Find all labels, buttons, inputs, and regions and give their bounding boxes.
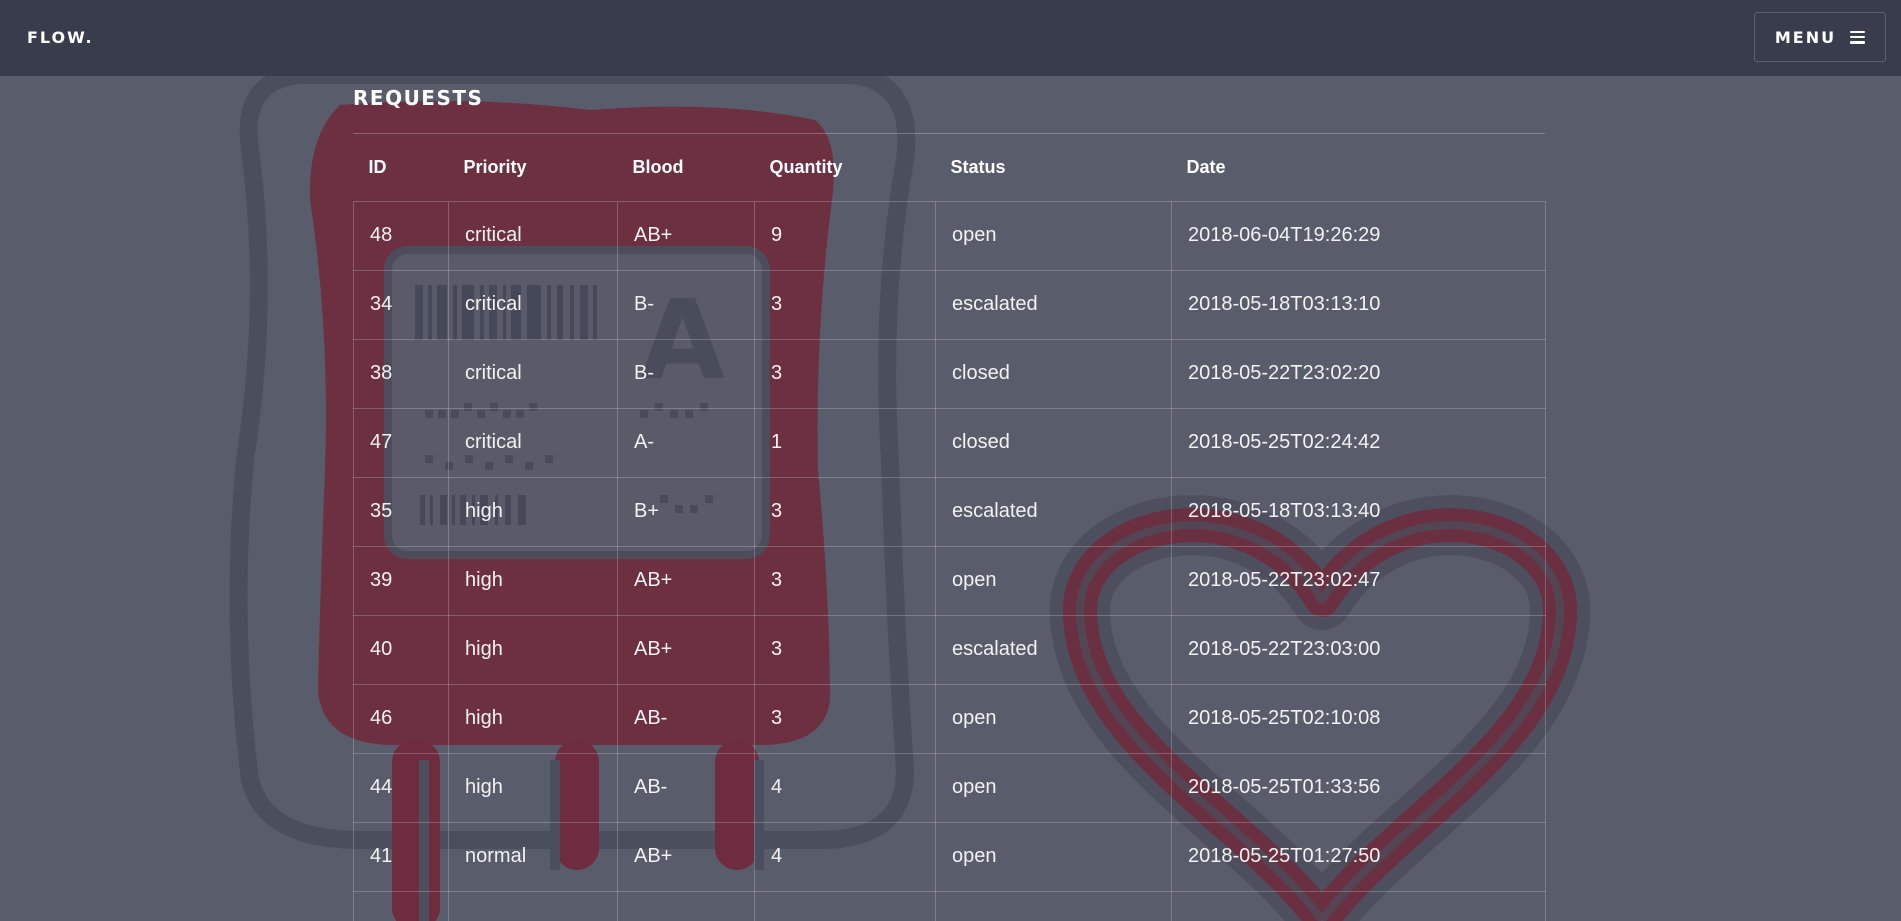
cell-id: 46 <box>353 683 449 754</box>
cell-id: 34 <box>353 269 449 340</box>
cell-id <box>353 890 449 921</box>
cell-blood: B- <box>617 269 755 340</box>
cell-date: 2018-05-18T03:13:10 <box>1171 269 1546 340</box>
cell-priority: normal <box>448 821 618 892</box>
column-header-priority[interactable]: Priority <box>448 134 618 202</box>
cell-id: 44 <box>353 752 449 823</box>
cell-id: 48 <box>353 200 449 271</box>
cell-priority: high <box>448 476 618 547</box>
cell-status: open <box>935 683 1172 754</box>
cell-priority: critical <box>448 407 618 478</box>
table-row[interactable]: 44 high AB- 4 open 2018-05-25T01:33:56 <box>353 752 1546 823</box>
column-header-blood[interactable]: Blood <box>617 134 755 202</box>
cell-id: 35 <box>353 476 449 547</box>
table-row[interactable]: 38 critical B- 3 closed 2018-05-22T23:02… <box>353 338 1546 409</box>
cell-priority: critical <box>448 269 618 340</box>
top-navbar: FLOW. MENU <box>0 0 1901 76</box>
header-row: ID Priority Blood Quantity Status Date <box>353 134 1546 202</box>
column-header-quantity[interactable]: Quantity <box>754 134 936 202</box>
cell-status: escalated <box>935 476 1172 547</box>
cell-priority: high <box>448 683 618 754</box>
table-row[interactable] <box>353 890 1546 921</box>
brand-logo[interactable]: FLOW. <box>27 28 94 47</box>
cell-date: 2018-05-25T02:24:42 <box>1171 407 1546 478</box>
table-row[interactable]: 47 critical A- 1 closed 2018-05-25T02:24… <box>353 407 1546 478</box>
cell-priority: high <box>448 614 618 685</box>
cell-blood: B+ <box>617 476 755 547</box>
table-row[interactable]: 41 normal AB+ 4 open 2018-05-25T01:27:50 <box>353 821 1546 892</box>
cell-status: open <box>935 200 1172 271</box>
cell-date: 2018-05-25T01:33:56 <box>1171 752 1546 823</box>
cell-id: 38 <box>353 338 449 409</box>
cell-quantity: 3 <box>754 338 936 409</box>
cell-status <box>935 890 1172 921</box>
cell-status: open <box>935 545 1172 616</box>
cell-date: 2018-05-22T23:02:47 <box>1171 545 1546 616</box>
cell-blood: AB+ <box>617 200 755 271</box>
cell-status: closed <box>935 338 1172 409</box>
cell-blood: A- <box>617 407 755 478</box>
cell-status: closed <box>935 407 1172 478</box>
table-row[interactable]: 48 critical AB+ 9 open 2018-06-04T19:26:… <box>353 200 1546 271</box>
cell-date: 2018-06-04T19:26:29 <box>1171 200 1546 271</box>
cell-quantity <box>754 890 936 921</box>
cell-date: 2018-05-22T23:02:20 <box>1171 338 1546 409</box>
table-row[interactable]: 46 high AB- 3 open 2018-05-25T02:10:08 <box>353 683 1546 754</box>
requests-table: ID Priority Blood Quantity Status Date 4… <box>353 134 1546 921</box>
cell-date <box>1171 890 1546 921</box>
cell-quantity: 3 <box>754 614 936 685</box>
cell-blood: AB- <box>617 683 755 754</box>
cell-date: 2018-05-22T23:03:00 <box>1171 614 1546 685</box>
cell-quantity: 3 <box>754 545 936 616</box>
cell-quantity: 1 <box>754 407 936 478</box>
cell-quantity: 3 <box>754 476 936 547</box>
cell-quantity: 4 <box>754 821 936 892</box>
cell-id: 41 <box>353 821 449 892</box>
cell-blood: B- <box>617 338 755 409</box>
cell-blood: AB+ <box>617 545 755 616</box>
cell-status: escalated <box>935 614 1172 685</box>
cell-date: 2018-05-25T01:27:50 <box>1171 821 1546 892</box>
cell-status: open <box>935 821 1172 892</box>
cell-priority: high <box>448 752 618 823</box>
hamburger-icon <box>1850 30 1866 44</box>
table-row[interactable]: 39 high AB+ 3 open 2018-05-22T23:02:47 <box>353 545 1546 616</box>
table-row[interactable]: 34 critical B- 3 escalated 2018-05-18T03… <box>353 269 1546 340</box>
page-title: REQUESTS <box>353 76 1545 134</box>
cell-date: 2018-05-18T03:13:40 <box>1171 476 1546 547</box>
table-body: 48 critical AB+ 9 open 2018-06-04T19:26:… <box>353 200 1546 921</box>
column-header-date[interactable]: Date <box>1171 134 1546 202</box>
cell-quantity: 9 <box>754 200 936 271</box>
cell-quantity: 3 <box>754 269 936 340</box>
cell-id: 47 <box>353 407 449 478</box>
cell-priority: high <box>448 545 618 616</box>
cell-priority: critical <box>448 338 618 409</box>
cell-id: 40 <box>353 614 449 685</box>
cell-quantity: 3 <box>754 683 936 754</box>
menu-button[interactable]: MENU <box>1754 12 1886 62</box>
cell-blood: AB+ <box>617 614 755 685</box>
table-header: ID Priority Blood Quantity Status Date <box>353 134 1546 202</box>
cell-blood: AB- <box>617 752 755 823</box>
column-header-status[interactable]: Status <box>935 134 1172 202</box>
cell-priority: critical <box>448 200 618 271</box>
main-content: REQUESTS ID Priority Blood Quantity Stat… <box>353 76 1546 921</box>
cell-status: escalated <box>935 269 1172 340</box>
page: A FLOW. MENU REQUESTS ID Priority Blood … <box>0 0 1901 921</box>
cell-date: 2018-05-25T02:10:08 <box>1171 683 1546 754</box>
cell-blood: AB+ <box>617 821 755 892</box>
menu-label: MENU <box>1774 27 1837 47</box>
cell-blood <box>617 890 755 921</box>
cell-priority <box>448 890 618 921</box>
table-row[interactable]: 40 high AB+ 3 escalated 2018-05-22T23:03… <box>353 614 1546 685</box>
cell-id: 39 <box>353 545 449 616</box>
cell-quantity: 4 <box>754 752 936 823</box>
cell-status: open <box>935 752 1172 823</box>
table-row[interactable]: 35 high B+ 3 escalated 2018-05-18T03:13:… <box>353 476 1546 547</box>
column-header-id[interactable]: ID <box>353 134 449 202</box>
